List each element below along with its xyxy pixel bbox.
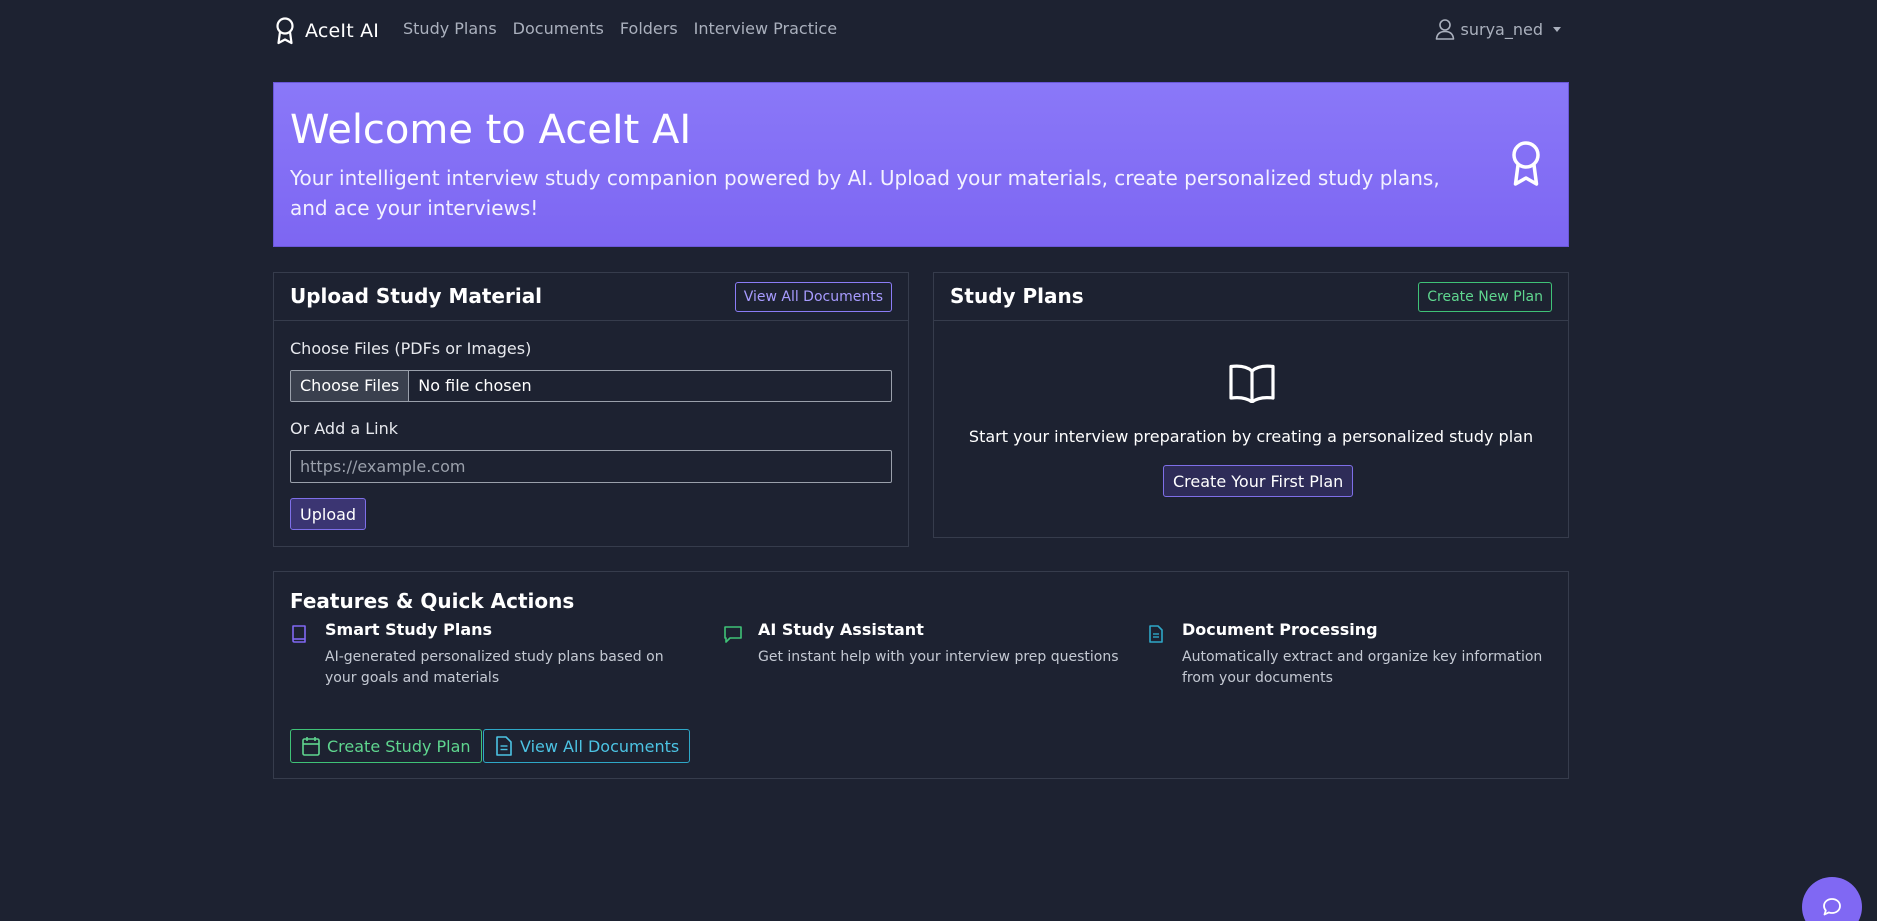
create-new-plan-button[interactable]: Create New Plan — [1418, 282, 1552, 312]
feature-title: Document Processing — [1182, 620, 1378, 639]
calendar-icon — [302, 737, 320, 756]
features-title: Features & Quick Actions — [290, 589, 575, 613]
study-plans-card: Study Plans Create New Plan Start your i… — [933, 272, 1569, 538]
feature-title: AI Study Assistant — [758, 620, 924, 639]
nav-link-folders[interactable]: Folders — [620, 19, 678, 38]
files-label: Choose Files (PDFs or Images) — [290, 339, 532, 358]
file-status: No file chosen — [418, 376, 532, 395]
view-all-documents-button[interactable]: View All Documents — [734, 282, 892, 312]
study-plans-card-title: Study Plans — [950, 284, 1084, 308]
view-all-documents-label: View All Documents — [520, 736, 680, 756]
feature-description: AI-generated personalized study plans ba… — [325, 649, 664, 686]
feature-description: Automatically extract and organize key i… — [1182, 649, 1543, 686]
features-card: Features & Quick Actions Smart Study Pla… — [273, 571, 1569, 779]
document-icon — [1149, 625, 1163, 643]
study-plans-card-header: Study Plans Create New Plan — [934, 273, 1568, 321]
chat-assistant-button[interactable] — [1802, 877, 1862, 921]
brand[interactable]: AceIt AI — [273, 16, 379, 46]
welcome-title: Welcome to AceIt AI — [290, 107, 692, 153]
link-input[interactable] — [290, 450, 892, 483]
create-first-plan-button[interactable]: Create Your First Plan — [1163, 465, 1354, 497]
choose-files-button[interactable]: Choose Files — [291, 371, 410, 401]
file-input[interactable]: Choose Files No file chosen — [290, 370, 892, 402]
upload-card: Upload Study Material View All Documents… — [273, 272, 909, 547]
nav-link-documents[interactable]: Documents — [513, 19, 604, 38]
nav-links: Study Plans Documents Folders Interview … — [403, 19, 837, 38]
brand-name: AceIt AI — [305, 20, 380, 42]
book-open-icon — [1229, 364, 1275, 403]
award-icon — [1512, 141, 1540, 186]
view-all-documents-quick-button[interactable]: View All Documents — [483, 729, 691, 763]
book-icon — [292, 625, 306, 643]
chat-bubble-icon — [1823, 898, 1841, 916]
upload-card-title: Upload Study Material — [290, 284, 543, 308]
nav-link-interview-practice[interactable]: Interview Practice — [694, 19, 837, 38]
navbar: AceIt AI Study Plans Documents Folders I… — [273, 0, 1569, 58]
chevron-down-icon — [1553, 26, 1561, 32]
upload-button[interactable]: Upload — [290, 498, 367, 530]
feature-title: Smart Study Plans — [325, 620, 493, 639]
link-label: Or Add a Link — [290, 419, 398, 438]
user-icon — [1435, 19, 1454, 40]
create-study-plan-button[interactable]: Create Study Plan — [290, 729, 482, 763]
award-icon — [276, 17, 294, 45]
username: surya_ned — [1460, 19, 1543, 39]
create-study-plan-label: Create Study Plan — [327, 736, 471, 756]
feature-description: Get instant help with your interview pre… — [758, 649, 1119, 665]
upload-card-header: Upload Study Material View All Documents — [274, 273, 908, 321]
welcome-banner: Welcome to AceIt AI Your intelligent int… — [273, 82, 1569, 247]
nav-link-study-plans[interactable]: Study Plans — [403, 19, 497, 38]
document-icon — [496, 736, 512, 756]
user-menu-dropdown[interactable]: surya_ned — [1435, 18, 1561, 40]
welcome-subtitle: Your intelligent interview study compani… — [290, 166, 1440, 220]
study-plans-empty-text: Start your interview preparation by crea… — [968, 427, 1534, 446]
chat-icon — [724, 626, 742, 643]
